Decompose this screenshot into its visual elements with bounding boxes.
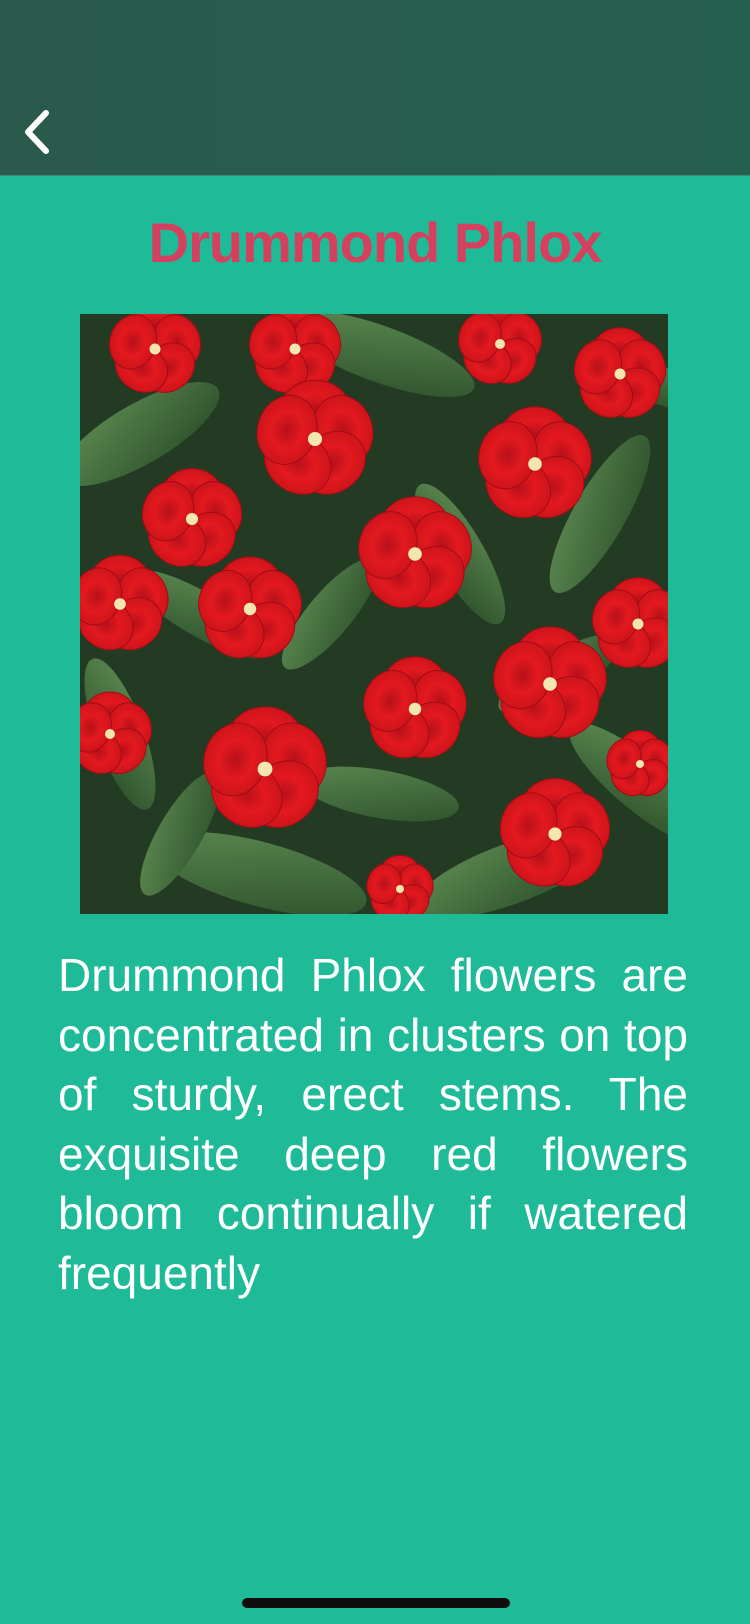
navigation-bar	[0, 0, 750, 176]
chevron-left-icon	[25, 110, 49, 154]
flower-image	[80, 314, 668, 914]
back-button[interactable]	[8, 100, 64, 164]
red-flowers-photo	[80, 314, 668, 914]
home-indicator	[242, 1598, 510, 1608]
page-title: Drummond Phlox	[148, 211, 603, 274]
flower-description: Drummond Phlox flowers are concentrated …	[58, 949, 688, 1299]
